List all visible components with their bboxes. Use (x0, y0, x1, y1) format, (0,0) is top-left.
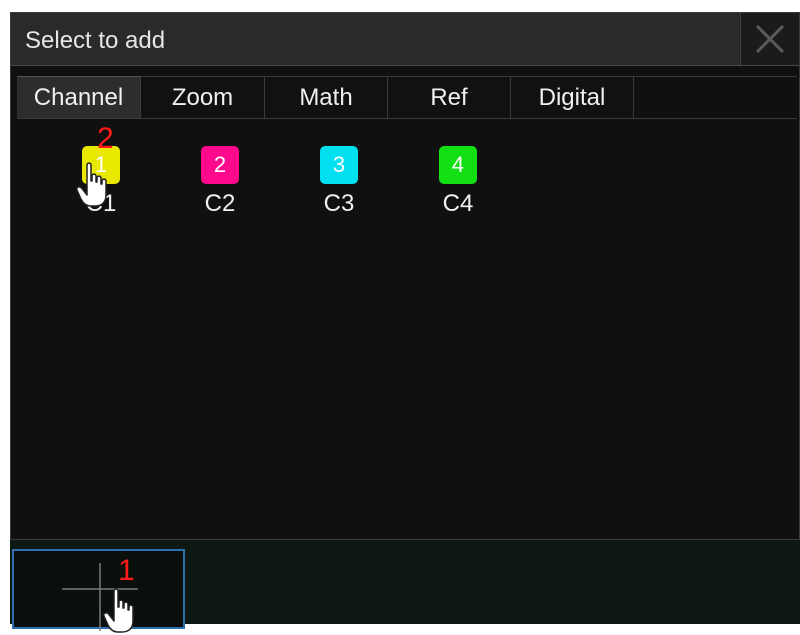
tab-digital[interactable]: Digital (511, 76, 634, 118)
plus-crosshair-icon (62, 563, 138, 631)
channel-3-number: 3 (332, 152, 346, 177)
dialog-titlebar: Select to add (11, 13, 799, 66)
channel-2-chip: 2 (201, 146, 239, 184)
channel-4-label: C4 (442, 190, 474, 217)
channel-3-label: C3 (323, 190, 355, 217)
tab-ref-label: Ref (430, 83, 468, 111)
channel-item-c2[interactable]: 2 C2 (180, 146, 260, 236)
step-1-annotation: 1 (118, 554, 135, 587)
channel-4-number: 4 (451, 152, 465, 177)
tab-ref[interactable]: Ref (388, 76, 511, 118)
tab-math-label: Math (299, 83, 353, 111)
channel-3-chip: 3 (320, 146, 358, 184)
pointer-hand-icon (103, 588, 134, 633)
channel-4-chip: 4 (439, 146, 477, 184)
select-to-add-dialog: Select to add Channel Zoom Math Ref Digi… (10, 12, 800, 540)
tab-channel-label: Channel (33, 83, 124, 111)
tab-zoom[interactable]: Zoom (141, 76, 265, 118)
tab-zoom-label: Zoom (171, 83, 234, 111)
channel-2-label: C2 (204, 190, 236, 217)
channel-2-number: 2 (213, 152, 227, 177)
dialog-title: Select to add (25, 27, 166, 54)
tab-math[interactable]: Math (265, 76, 388, 118)
tab-bar: Channel Zoom Math Ref Digital (17, 76, 797, 119)
add-measurement-slot[interactable]: 1 (12, 549, 185, 633)
close-icon (755, 24, 785, 54)
channel-item-c4[interactable]: 4 C4 (418, 146, 498, 236)
close-button[interactable] (740, 13, 799, 65)
channel-item-c3[interactable]: 3 C3 (299, 146, 379, 236)
pointer-hand-icon (76, 162, 107, 207)
tab-digital-label: Digital (538, 83, 606, 111)
step-2-annotation: 2 (97, 122, 114, 155)
tab-bar-filler (634, 76, 797, 118)
tab-channel[interactable]: Channel (17, 76, 141, 118)
